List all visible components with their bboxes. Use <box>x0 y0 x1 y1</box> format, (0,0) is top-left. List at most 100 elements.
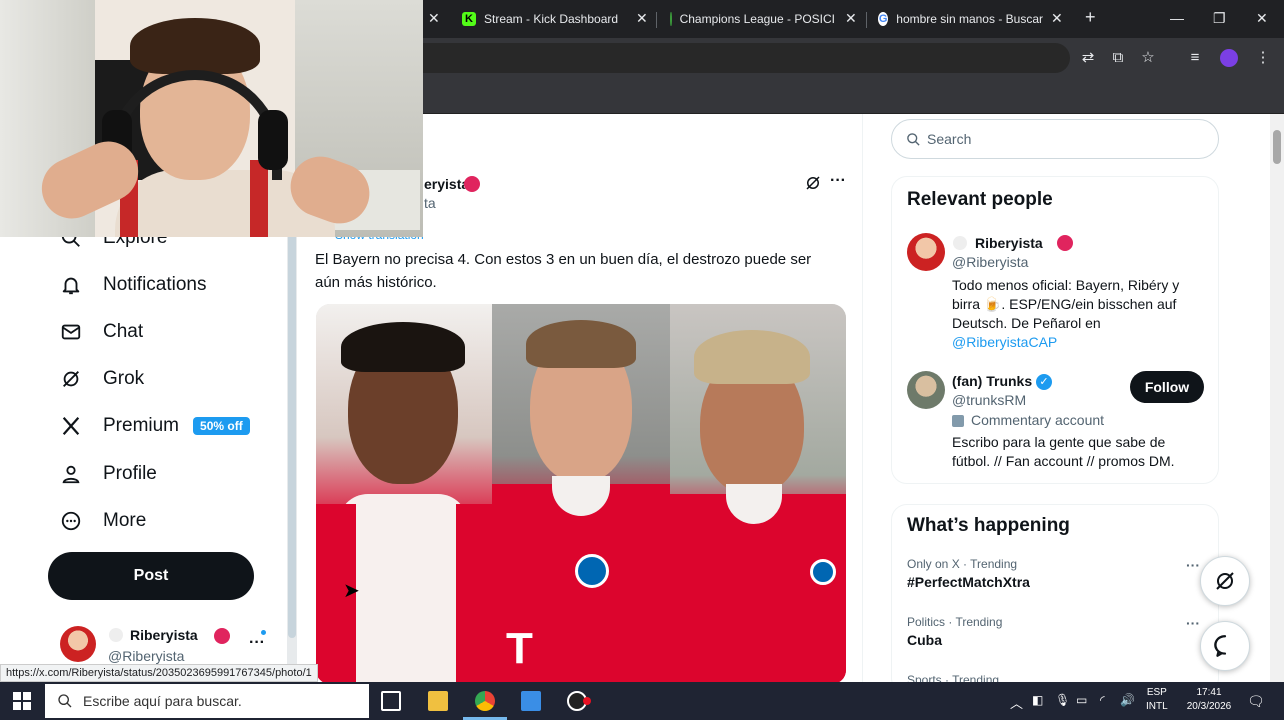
person-name: (fan) Trunks <box>952 373 1033 389</box>
bookmark-star-icon[interactable]: ☆ <box>1139 49 1157 67</box>
person-riberyista[interactable]: Riberyista @Riberyista Todo menos oficia… <box>907 233 1207 353</box>
trend-more-icon[interactable]: ··· <box>1186 557 1200 573</box>
search-input[interactable]: Search <box>891 119 1219 159</box>
nav-label: Premium <box>103 415 180 436</box>
clock[interactable]: 17:41 20/3/2026 <box>1180 686 1238 714</box>
app-icon[interactable] <box>521 691 541 711</box>
bio-link[interactable]: @RiberyistaCAP <box>952 334 1057 350</box>
nav-grok[interactable]: Grok <box>58 363 144 395</box>
trend-item[interactable]: Sports · Trending <box>907 673 1207 682</box>
tab-kick-dashboard[interactable]: K Stream - Kick Dashboard <box>462 6 642 32</box>
battery-icon[interactable]: ▭ <box>1076 693 1087 707</box>
volume-icon[interactable]: 🔊 <box>1120 693 1135 707</box>
avatar <box>907 233 945 271</box>
grok-fab-button[interactable] <box>1200 556 1250 606</box>
tray-overflow-icon[interactable]: ︿ <box>1010 693 1023 712</box>
new-tab-button[interactable]: + <box>1085 7 1096 28</box>
tab-champions-league[interactable]: Champions League - POSICI <box>670 6 835 32</box>
trend-item[interactable]: Only on X · Trending #PerfectMatchXtra <box>907 557 1207 590</box>
scrollbar-thumb[interactable] <box>1273 130 1281 164</box>
nav-label: Chat <box>103 321 144 342</box>
nav-label: Profile <box>103 463 157 484</box>
lang-primary: ESP <box>1146 687 1167 698</box>
relevant-people-card: Relevant people Riberyista @Riberyista T… <box>891 176 1219 484</box>
more-circle-icon <box>58 508 84 534</box>
player-photo-center: T <box>492 304 670 682</box>
lang-secondary: INTL <box>1146 701 1168 712</box>
person-trunks[interactable]: (fan) Trunks ✓ @trunksRM Commentary acco… <box>907 371 1207 481</box>
account-label: Commentary account <box>971 412 1105 428</box>
recording-dot <box>583 697 591 705</box>
taskbar-search-input[interactable]: Escribe aquí para buscar. <box>45 684 369 718</box>
trend-more-icon[interactable]: ··· <box>1186 615 1200 631</box>
windows-start-icon[interactable] <box>13 692 31 715</box>
sponsor-logo: T <box>506 624 533 673</box>
tab-close-icon[interactable]: ✕ <box>428 10 440 27</box>
profile-avatar[interactable] <box>1220 49 1238 67</box>
verified-check-icon: ✓ <box>1036 374 1052 390</box>
right-sidebar: Search Relevant people Riberyista @Riber… <box>878 114 1250 682</box>
follow-button[interactable]: Follow <box>1130 371 1204 403</box>
tab-google-search[interactable]: G hombre sin manos - Buscar <box>878 6 1043 32</box>
card-title: What’s happening <box>907 515 1070 536</box>
more-dots-icon[interactable]: ··· <box>249 634 265 652</box>
tab-close-icon[interactable]: ✕ <box>1051 10 1063 27</box>
microphone-icon[interactable]: 🎙 <box>1055 693 1070 707</box>
tab-label: Stream - Kick Dashboard <box>484 12 619 26</box>
clock-time: 17:41 <box>1196 687 1222 698</box>
avatar <box>60 626 96 662</box>
nav-chat[interactable]: Chat <box>58 316 143 348</box>
file-explorer-icon[interactable] <box>428 691 448 711</box>
automated-label-icon <box>952 415 964 427</box>
translate-icon[interactable]: ⇄ <box>1079 49 1097 67</box>
post-more-icon[interactable]: ··· <box>830 172 846 190</box>
chrome-icon[interactable] <box>475 691 495 711</box>
notification-dot <box>261 630 266 635</box>
tab-close-icon[interactable]: ✕ <box>636 10 648 27</box>
post-author-handle[interactable]: ta <box>424 195 436 211</box>
tray-app-icon[interactable]: ◧ <box>1032 693 1043 707</box>
media-control-icon[interactable]: ≡ <box>1186 49 1204 67</box>
minimize-icon[interactable]: — <box>1170 10 1184 26</box>
nav-more[interactable]: More <box>58 505 146 537</box>
install-app-icon[interactable]: ⧉ <box>1109 49 1127 67</box>
person-bio: Escribo para la gente que sabe de fútbol… <box>952 434 1175 469</box>
nav-premium[interactable]: Premium 50% off <box>58 410 250 442</box>
premium-discount-badge: 50% off <box>193 417 250 435</box>
nav-profile[interactable]: Profile <box>58 458 157 490</box>
post-photo[interactable]: T <box>316 304 846 682</box>
language-indicator[interactable]: ESP INTL <box>1146 686 1168 714</box>
chat-fab-button[interactable] <box>1200 621 1250 671</box>
tab-label: Champions League - POSICI <box>679 12 835 26</box>
taskbar-search-placeholder: Escribe aquí para buscar. <box>83 693 242 709</box>
emoji-icon <box>109 628 123 642</box>
grok-icon[interactable] <box>804 174 822 197</box>
windows-taskbar: Escribe aquí para buscar. ︿ ◧ 🎙 ▭ ◜ 🔊 ES… <box>0 682 1284 720</box>
post-button[interactable]: Post <box>48 552 254 600</box>
post-text: El Bayern no precisa 4. Con estos 3 en u… <box>315 251 812 291</box>
nav-notifications[interactable]: Notifications <box>58 269 207 301</box>
webcam-overlay <box>0 0 423 237</box>
task-view-icon[interactable] <box>381 691 401 711</box>
google-icon: G <box>878 12 889 26</box>
menu-icon[interactable]: ⋮ <box>1254 49 1272 67</box>
account-name: Riberyista <box>130 627 198 643</box>
nav-label: More <box>103 510 147 531</box>
verified-badge-icon <box>464 176 480 192</box>
page-scrollbar[interactable] <box>1270 114 1284 682</box>
search-icon <box>907 132 920 146</box>
notification-center-icon[interactable]: 🗨 <box>1247 693 1265 710</box>
trend-name: Cuba <box>907 632 942 648</box>
nav-label: Grok <box>103 368 145 389</box>
wifi-icon[interactable]: ◜ <box>1100 693 1105 707</box>
person-name: Riberyista <box>975 235 1043 251</box>
trend-item[interactable]: Politics · Trending Cuba <box>907 615 1207 648</box>
restore-icon[interactable]: ❐ <box>1213 10 1226 27</box>
emoji-icon <box>953 236 967 250</box>
post-author-name[interactable]: eryista <box>424 176 469 192</box>
close-window-icon[interactable]: ✕ <box>1256 10 1268 27</box>
tab-close-icon[interactable]: ✕ <box>845 10 857 27</box>
mouse-cursor-icon: ➤ <box>343 580 360 602</box>
mail-icon <box>58 319 84 345</box>
account-handle: @Riberyista <box>108 648 185 664</box>
